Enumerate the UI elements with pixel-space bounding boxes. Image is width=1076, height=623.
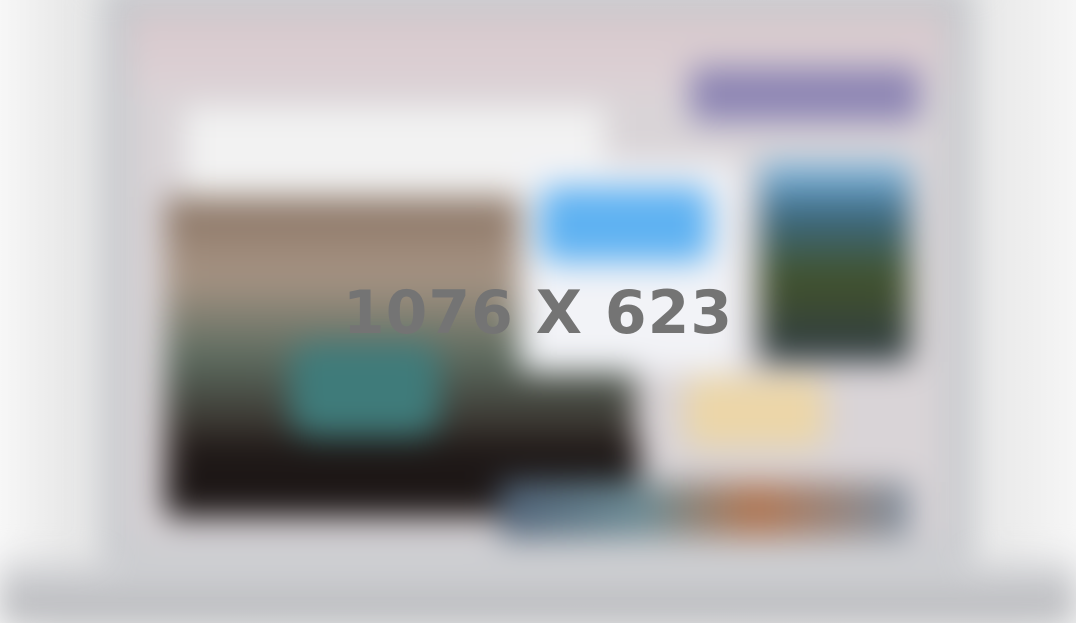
placeholder-size-label: 1076 X 623 <box>342 278 734 348</box>
hero-photo-teal-shape <box>290 342 440 437</box>
laptop-screen <box>130 12 945 542</box>
yellow-box <box>685 377 825 447</box>
keyboard-base <box>0 562 1076 623</box>
bottom-strip <box>500 482 910 537</box>
placeholder-scene: 1076 X 623 <box>0 0 1076 623</box>
center-card-blue-block <box>540 187 710 262</box>
screen-topbar-right-block <box>690 67 920 122</box>
